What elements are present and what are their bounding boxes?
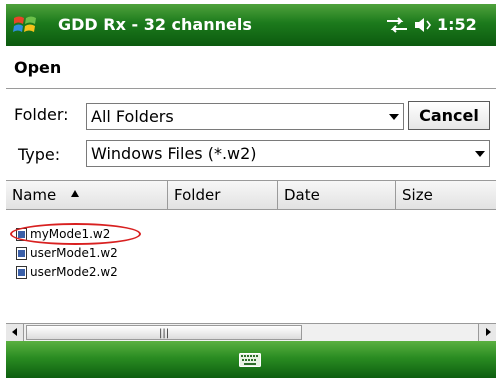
cancel-button[interactable]: Cancel — [408, 101, 490, 130]
type-value: Windows Files (*.w2) — [91, 144, 257, 163]
scroll-thumb[interactable]: ||| — [26, 325, 302, 340]
column-header-name[interactable]: Name — [6, 181, 168, 209]
menu-bar — [6, 341, 496, 378]
page-title: Open — [14, 58, 62, 77]
clock[interactable]: 1:52 — [437, 15, 477, 34]
title-bar: GDD Rx - 32 channels 1:52 — [6, 4, 496, 46]
column-label: Folder — [174, 186, 221, 204]
folder-label: Folder: — [14, 105, 69, 124]
column-header-size[interactable]: Size — [396, 181, 496, 209]
folder-value: All Folders — [91, 107, 174, 126]
type-dropdown[interactable]: Windows Files (*.w2) — [86, 140, 490, 167]
volume-icon[interactable] — [413, 16, 433, 34]
file-icon — [16, 266, 27, 279]
file-icon — [16, 228, 27, 241]
arrow-left-icon — [12, 328, 17, 336]
column-label: Name — [12, 186, 57, 204]
file-name: userMode2.w2 — [30, 265, 118, 279]
column-header-date[interactable]: Date — [278, 181, 396, 209]
scroll-left-button[interactable] — [6, 324, 24, 341]
pda-screen: GDD Rx - 32 channels 1:52 Open Folder: A… — [6, 4, 496, 378]
column-label: Date — [284, 186, 320, 204]
scroll-right-button[interactable] — [478, 324, 496, 341]
app-title: GDD Rx - 32 channels — [58, 15, 252, 34]
chevron-down-icon — [389, 114, 399, 120]
folder-dropdown[interactable]: All Folders — [86, 103, 404, 130]
list-header: Name Folder Date Size — [6, 180, 496, 210]
grip-icon: ||| — [159, 328, 170, 339]
keyboard-icon[interactable] — [239, 353, 261, 367]
windows-start-icon[interactable] — [12, 12, 38, 38]
file-name: myMode1.w2 — [30, 227, 111, 241]
connectivity-icon[interactable] — [385, 17, 409, 33]
heading-divider — [6, 88, 496, 89]
file-name: userMode1.w2 — [30, 246, 118, 260]
sort-ascending-icon — [71, 190, 79, 197]
arrow-right-icon — [486, 328, 491, 336]
horizontal-scrollbar[interactable]: ||| — [6, 323, 496, 341]
chevron-down-icon — [475, 151, 485, 157]
type-label: Type: — [18, 145, 61, 164]
column-header-folder[interactable]: Folder — [168, 181, 278, 209]
file-icon — [16, 247, 27, 260]
column-label: Size — [402, 186, 433, 204]
